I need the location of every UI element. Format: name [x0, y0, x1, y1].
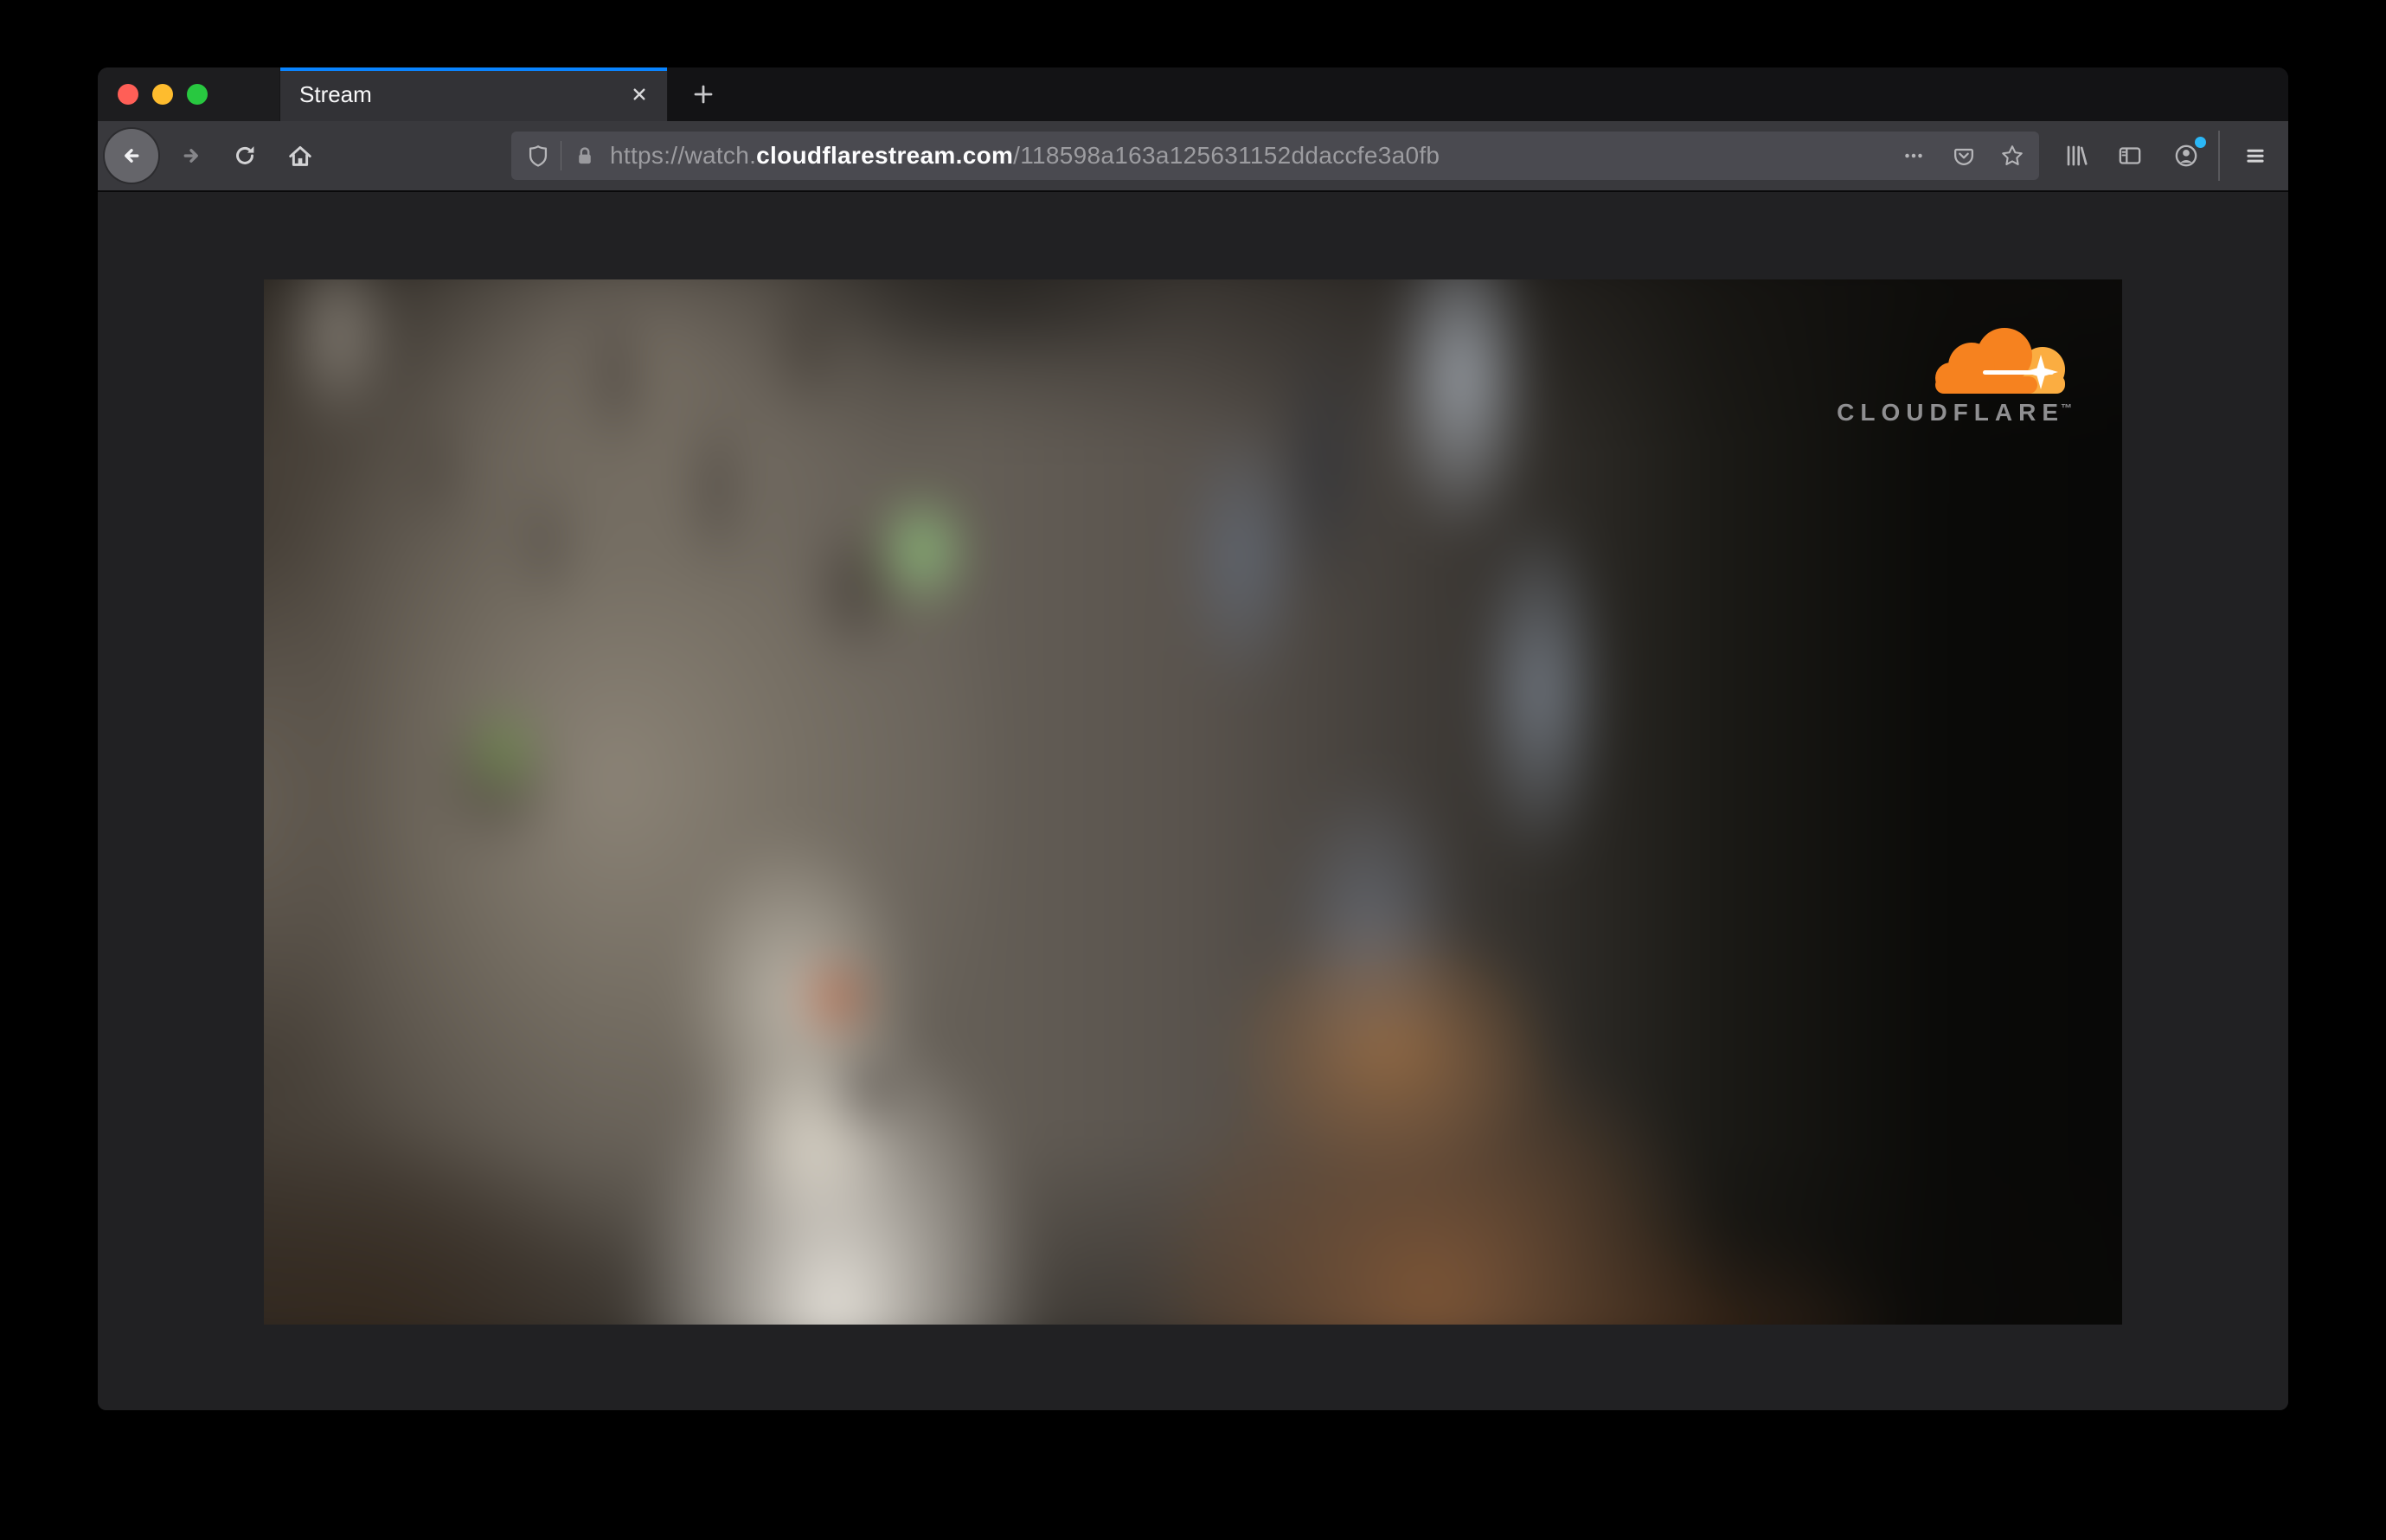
account-icon[interactable]	[2165, 132, 2207, 180]
address-bar[interactable]: https://watch.cloudflarestream.com/11859…	[511, 132, 2039, 180]
reload-button[interactable]	[224, 132, 266, 180]
tab-title: Stream	[299, 80, 372, 107]
sidebar-toggle-icon[interactable]	[2109, 132, 2151, 180]
trademark-symbol: ™	[2061, 401, 2072, 414]
page-actions-icon[interactable]	[1901, 141, 1927, 170]
video-frame-cat	[264, 279, 2122, 1325]
tab-stream[interactable]: Stream	[279, 67, 668, 121]
home-button[interactable]	[279, 132, 321, 180]
back-button[interactable]	[105, 129, 158, 183]
new-tab-button[interactable]	[678, 67, 728, 121]
tab-close-icon[interactable]	[624, 79, 655, 110]
navigation-toolbar: https://watch.cloudflarestream.com/11859…	[98, 121, 2288, 192]
close-window-button[interactable]	[118, 84, 138, 105]
cloudflare-wordmark: CLOUDFLARE™	[1837, 399, 2072, 426]
window-controls	[98, 67, 279, 121]
minimize-window-button[interactable]	[152, 84, 173, 105]
page-content: CLOUDFLARE™	[98, 192, 2288, 1410]
cloudflare-cloud-icon	[1935, 328, 2065, 394]
url-path: /118598a163a125631152ddaccfe3a0fb	[1013, 142, 1440, 169]
url-scheme: https://watch.	[610, 142, 757, 169]
toolbar-divider	[2218, 131, 2220, 181]
cloudflare-watermark: CLOUDFLARE™	[1837, 328, 2072, 427]
pocket-icon[interactable]	[1951, 141, 1977, 170]
browser-window: Stream https://watch.cloudflarestream.co…	[98, 67, 2288, 1410]
fullscreen-window-button[interactable]	[187, 84, 208, 105]
tab-bar: Stream	[98, 67, 2288, 121]
library-icon[interactable]	[2055, 132, 2096, 180]
tracking-protection-shield-icon[interactable]	[525, 141, 551, 170]
hamburger-menu-icon[interactable]	[2235, 132, 2276, 180]
forward-button[interactable]	[170, 132, 212, 180]
url-domain: cloudflarestream.com	[756, 142, 1014, 169]
lock-icon[interactable]	[572, 141, 598, 170]
video-player[interactable]: CLOUDFLARE™	[264, 279, 2122, 1325]
bookmark-star-icon[interactable]	[1999, 141, 2025, 170]
desktop-background: Stream https://watch.cloudflarestream.co…	[0, 0, 2386, 1540]
notification-dot	[2195, 137, 2206, 148]
url-text: https://watch.cloudflarestream.com/11859…	[610, 142, 1901, 170]
